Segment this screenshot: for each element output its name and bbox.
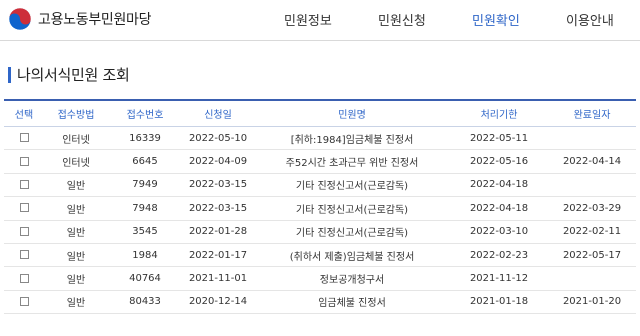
checkbox-icon[interactable] [19, 296, 29, 306]
method-cell: 일반 [44, 243, 108, 268]
header-date: 신청일 [204, 110, 232, 121]
date-cell: 2022-04-09 [182, 149, 254, 174]
table-row[interactable]: 일반 1984 2022-01-17 (취하서 제출)임금체불 진정서 2022… [4, 243, 636, 268]
method-cell: 인터넷 [44, 149, 108, 174]
number-cell: 6645 [108, 149, 182, 174]
table-row[interactable]: 일반 7949 2022-03-15 기타 진정신고서(근로감독) 2022-0… [4, 173, 636, 198]
page-title: 나의서식민원 조회 [17, 66, 130, 84]
table-row[interactable]: 일반 7948 2022-03-15 기타 진정신고서(근로감독) 2022-0… [4, 196, 636, 221]
date-cell: 2022-03-15 [182, 196, 254, 221]
table-row[interactable]: 일반 3545 2022-01-28 기타 진정신고서(근로감독) 2022-0… [4, 220, 636, 244]
name-cell[interactable]: 기타 진정신고서(근로감독) [254, 196, 450, 221]
complaint-table: 선택 접수방법 접수번호 신청일 민원명 처리기한 완료일자 인터넷 16339… [4, 99, 636, 315]
select-cell [4, 126, 44, 151]
name-cell[interactable]: 기타 진정신고서(근로감독) [254, 173, 450, 198]
header-method: 접수방법 [57, 110, 95, 121]
checkbox-icon[interactable] [19, 226, 29, 236]
header-deadline: 처리기한 [480, 110, 518, 121]
select-cell [4, 290, 44, 315]
checkbox-icon[interactable] [19, 203, 29, 213]
deadline-cell: 2022-05-11 [450, 126, 548, 151]
number-cell: 3545 [108, 220, 182, 244]
deadline-cell: 2022-05-16 [450, 149, 548, 174]
table-row[interactable]: 일반 40764 2021-11-01 정보공개청구서 2021-11-12 [4, 266, 636, 291]
logo-text: 고용노동부민원마당 [38, 12, 152, 28]
date-cell: 2022-05-10 [182, 126, 254, 151]
header-completed: 완료일자 [573, 110, 611, 121]
number-cell: 7949 [108, 173, 182, 198]
completed-cell: 2022-04-14 [548, 149, 636, 174]
site-logo[interactable]: 고용노동부민원마당 [8, 7, 152, 31]
name-cell[interactable]: 주52시간 초과근무 위반 진정서 [254, 149, 450, 174]
header-name: 민원명 [338, 110, 366, 121]
nav-item-info[interactable]: 민원정보 [284, 10, 332, 29]
header-select: 선택 [14, 110, 34, 121]
page-title-bar: 나의서식민원 조회 [8, 64, 130, 85]
deadline-cell: 2021-01-18 [450, 290, 548, 315]
select-cell [4, 220, 44, 244]
method-cell: 일반 [44, 266, 108, 291]
header-number: 접수번호 [126, 110, 164, 121]
name-cell[interactable]: 정보공개청구서 [254, 266, 450, 291]
completed-cell [548, 173, 636, 198]
date-cell: 2020-12-14 [182, 290, 254, 315]
checkbox-icon[interactable] [19, 250, 29, 260]
select-cell [4, 196, 44, 221]
method-cell: 일반 [44, 220, 108, 244]
name-cell[interactable]: [취하:1984]임금체불 진정서 [254, 126, 450, 151]
table-row[interactable]: 일반 80433 2020-12-14 임금체불 진정서 2021-01-18 … [4, 290, 636, 315]
table-row[interactable]: 인터넷 16339 2022-05-10 [취하:1984]임금체불 진정서 2… [4, 126, 636, 151]
deadline-cell: 2022-02-23 [450, 243, 548, 268]
deadline-cell: 2022-04-18 [450, 173, 548, 198]
select-cell [4, 243, 44, 268]
completed-cell [548, 266, 636, 291]
nav-item-guide[interactable]: 이용안내 [566, 10, 614, 29]
method-cell: 일반 [44, 196, 108, 221]
select-cell [4, 266, 44, 291]
deadline-cell: 2022-04-18 [450, 196, 548, 221]
nav-item-check[interactable]: 민원확인 [472, 10, 520, 29]
number-cell: 16339 [108, 126, 182, 151]
checkbox-icon[interactable] [19, 156, 29, 166]
select-cell [4, 149, 44, 174]
name-cell[interactable]: 기타 진정신고서(근로감독) [254, 220, 450, 244]
name-cell[interactable]: 임금체불 진정서 [254, 290, 450, 315]
completed-cell: 2022-03-29 [548, 196, 636, 221]
number-cell: 80433 [108, 290, 182, 315]
completed-cell: 2022-02-11 [548, 220, 636, 244]
method-cell: 인터넷 [44, 126, 108, 151]
select-cell [4, 173, 44, 198]
checkbox-icon[interactable] [19, 133, 29, 143]
table-header-row: 선택 접수방법 접수번호 신청일 민원명 처리기한 완료일자 [4, 100, 636, 127]
number-cell: 1984 [108, 243, 182, 268]
number-cell: 40764 [108, 266, 182, 291]
deadline-cell: 2021-11-12 [450, 266, 548, 291]
deadline-cell: 2022-03-10 [450, 220, 548, 244]
date-cell: 2021-11-01 [182, 266, 254, 291]
name-cell[interactable]: (취하서 제출)임금체불 진정서 [254, 243, 450, 268]
checkbox-icon[interactable] [19, 273, 29, 283]
checkbox-icon[interactable] [19, 179, 29, 189]
completed-cell: 2021-01-20 [548, 290, 636, 315]
table-row[interactable]: 인터넷 6645 2022-04-09 주52시간 초과근무 위반 진정서 20… [4, 149, 636, 174]
site-header: 고용노동부민원마당 민원정보 민원신청 민원확인 이용안내 [0, 0, 640, 41]
date-cell: 2022-03-15 [182, 173, 254, 198]
completed-cell [548, 126, 636, 151]
nav-item-apply[interactable]: 민원신청 [378, 10, 426, 29]
number-cell: 7948 [108, 196, 182, 221]
date-cell: 2022-01-17 [182, 243, 254, 268]
title-marker [8, 66, 11, 83]
government-emblem-icon [8, 7, 32, 31]
date-cell: 2022-01-28 [182, 220, 254, 244]
completed-cell: 2022-05-17 [548, 243, 636, 268]
method-cell: 일반 [44, 173, 108, 198]
method-cell: 일반 [44, 290, 108, 315]
